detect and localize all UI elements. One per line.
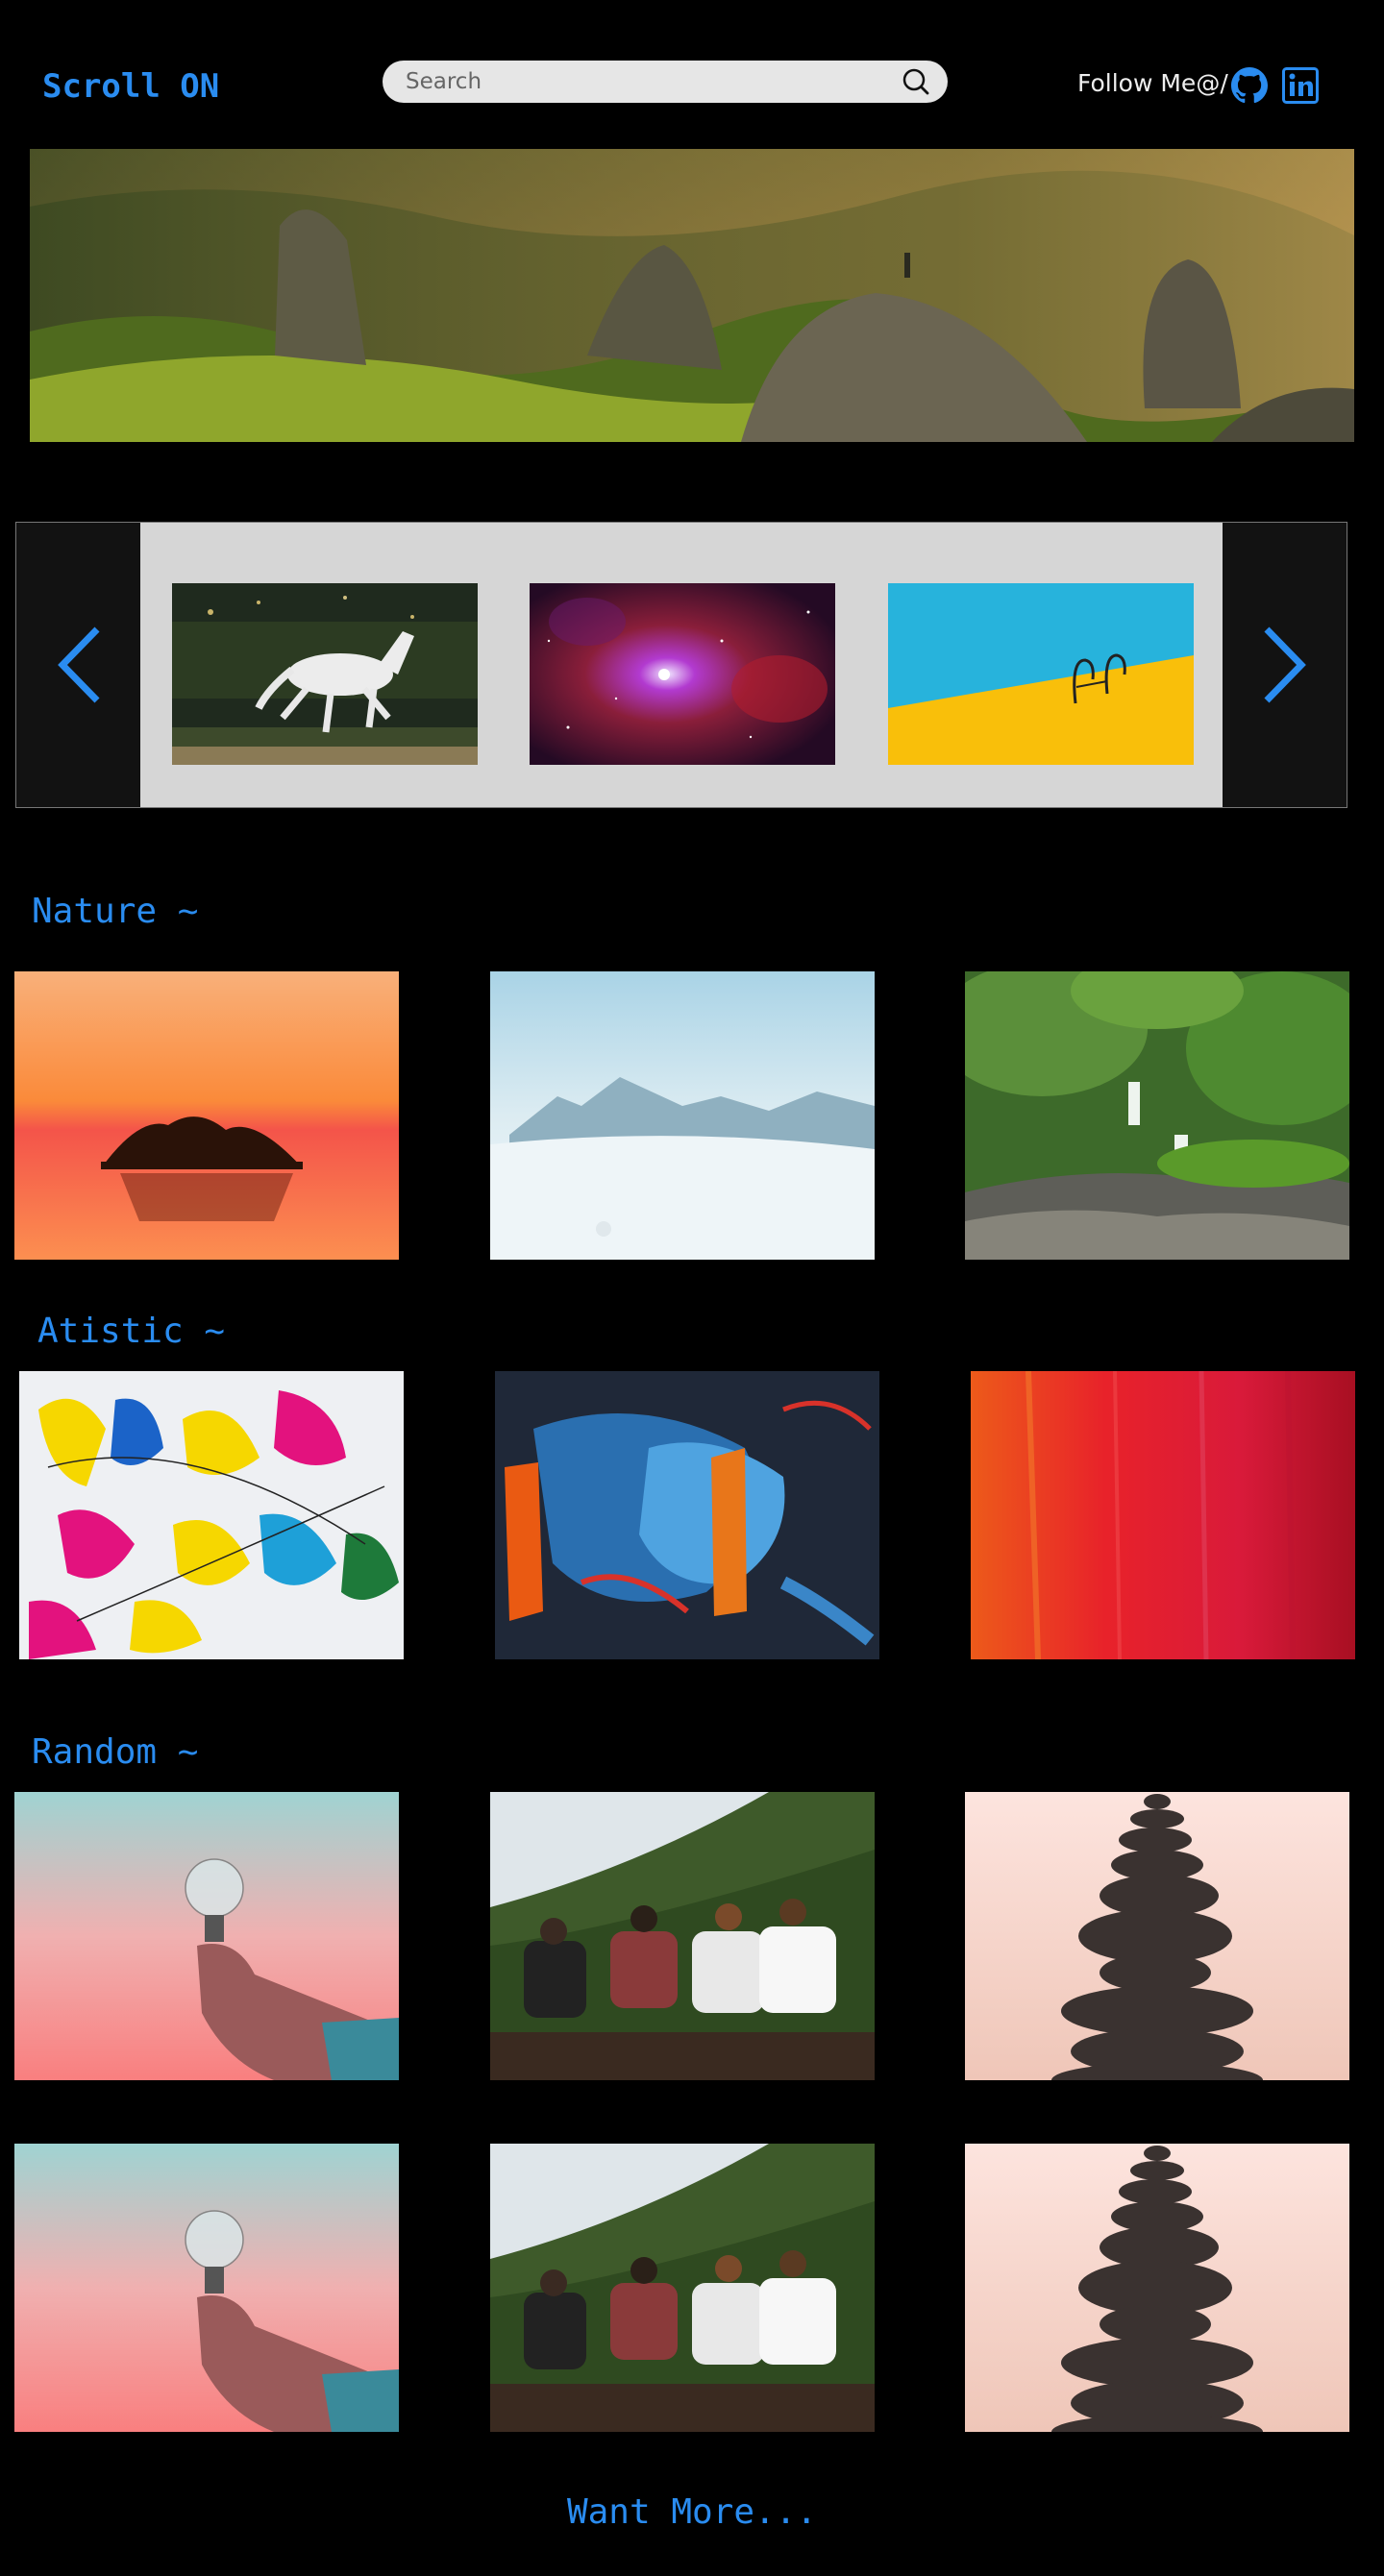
search-bar[interactable] <box>383 61 948 103</box>
artistic-image-colorful-splash[interactable] <box>19 1371 404 1659</box>
image-carousel <box>15 522 1347 808</box>
carousel-image-nebula[interactable] <box>530 583 835 765</box>
artistic-image-red-paint[interactable] <box>971 1371 1355 1659</box>
nature-image-sunset[interactable] <box>14 971 399 1260</box>
carousel-image-horse[interactable] <box>172 583 478 765</box>
carousel-image-pool[interactable] <box>888 583 1194 765</box>
chevron-right-icon <box>1261 626 1309 704</box>
github-icon[interactable] <box>1231 67 1268 104</box>
nature-image-misty-mountains[interactable] <box>490 971 875 1260</box>
linkedin-icon[interactable] <box>1282 67 1319 104</box>
random-image-friends-on-hill[interactable] <box>490 2144 875 2432</box>
section-title-artistic: Atistic ~ <box>37 1312 226 1351</box>
artistic-image-blue-orange-paint[interactable] <box>495 1371 879 1659</box>
section-title-nature: Nature ~ <box>32 892 199 931</box>
random-image-stacked-stones[interactable] <box>965 1792 1349 2080</box>
carousel-prev-button[interactable] <box>16 523 140 807</box>
nature-image-waterfall[interactable] <box>965 971 1349 1260</box>
random-image-lightbulb[interactable] <box>14 2144 399 2432</box>
search-input[interactable] <box>404 68 902 95</box>
site-logo[interactable]: Scroll ON <box>42 67 219 106</box>
section-title-random: Random ~ <box>32 1732 199 1772</box>
carousel-next-button[interactable] <box>1223 523 1347 807</box>
want-more-link[interactable]: Want More... <box>0 2492 1384 2532</box>
hero-banner-image <box>30 149 1354 442</box>
random-image-friends-on-hill[interactable] <box>490 1792 875 2080</box>
random-image-stacked-stones[interactable] <box>965 2144 1349 2432</box>
follow-label: Follow Me@/ <box>1077 69 1228 97</box>
chevron-left-icon <box>55 626 103 704</box>
random-image-lightbulb[interactable] <box>14 1792 399 2080</box>
search-icon[interactable] <box>902 67 930 96</box>
